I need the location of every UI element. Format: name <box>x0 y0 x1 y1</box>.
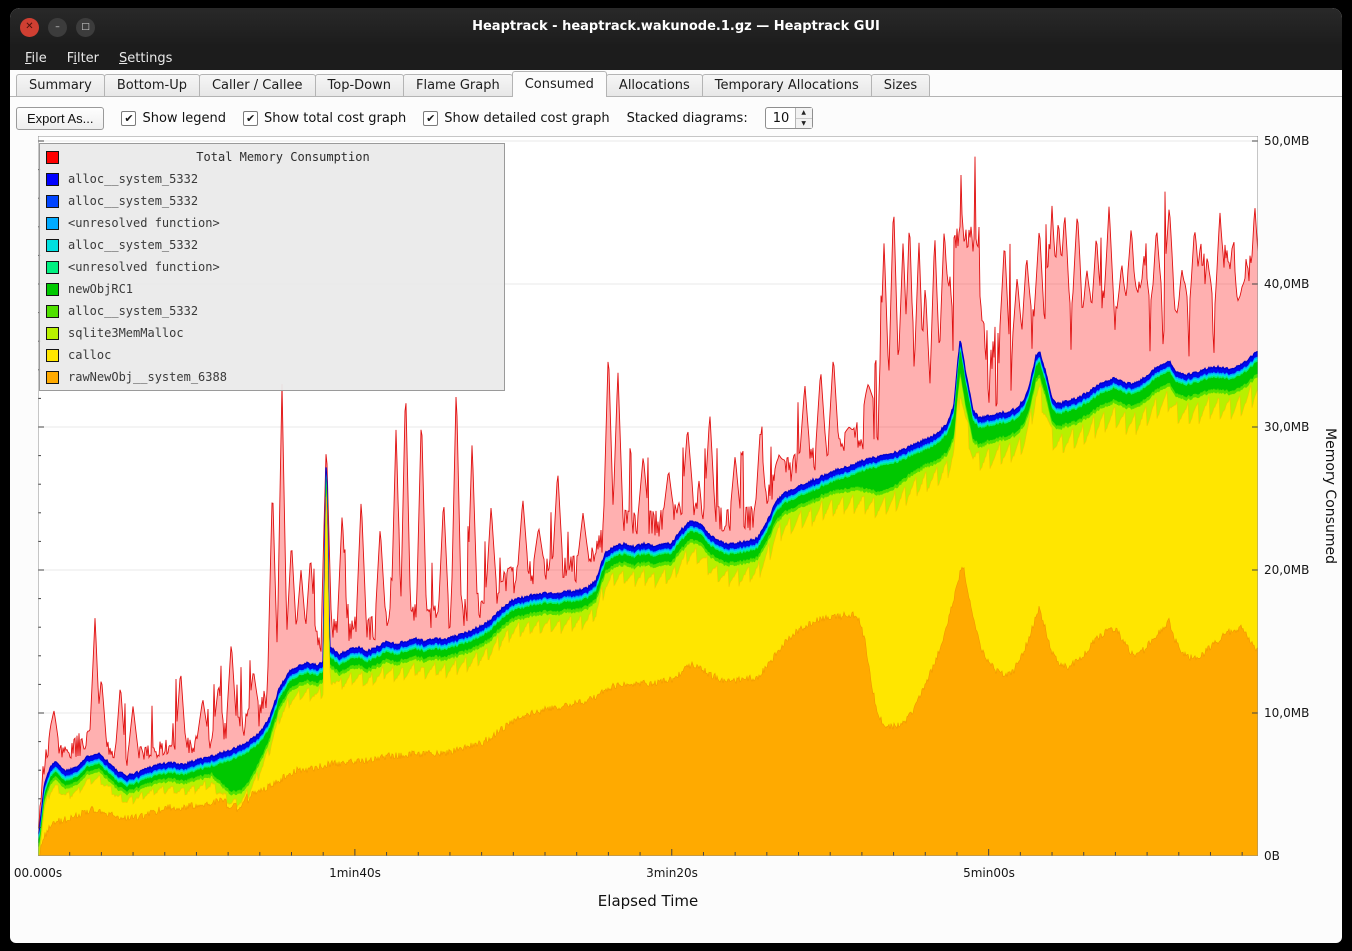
legend-label: <unresolved function> <box>68 216 220 230</box>
show-legend-checkbox[interactable]: ✔ Show legend <box>121 111 226 126</box>
spinbox-up-button[interactable]: ▲ <box>796 108 812 119</box>
legend-item: sqlite3MemMalloc <box>40 322 504 344</box>
legend-title: Total Memory Consumption <box>68 150 498 164</box>
legend-label: newObjRC1 <box>68 282 133 296</box>
tab-caller-callee[interactable]: Caller / Callee <box>199 74 316 96</box>
menu-item-filter[interactable]: Filter <box>58 49 108 68</box>
show-total-cost-checkbox[interactable]: ✔ Show total cost graph <box>243 111 406 126</box>
tab-bar: Summary Bottom-Up Caller / Callee Top-Do… <box>10 70 1342 97</box>
checkbox-label: Show legend <box>142 111 226 126</box>
legend-swatch <box>46 195 59 208</box>
spinbox-buttons: ▲ ▼ <box>795 108 812 128</box>
legend-swatch <box>46 327 59 340</box>
tab-top-down[interactable]: Top-Down <box>315 74 404 96</box>
checkbox-check-icon: ✔ <box>243 111 258 126</box>
close-icon: ✕ <box>25 22 33 32</box>
legend-label: alloc__system_5332 <box>68 194 198 208</box>
x-axis-tick-label: 00.000s <box>14 866 62 880</box>
stacked-diagrams-spinbox[interactable]: 10 ▲ ▼ <box>765 107 813 129</box>
tab-temporary-allocations[interactable]: Temporary Allocations <box>702 74 872 96</box>
close-button[interactable]: ✕ <box>20 18 39 37</box>
x-axis-title: Elapsed Time <box>598 892 698 910</box>
legend-label: <unresolved function> <box>68 260 220 274</box>
tab-flame-graph[interactable]: Flame Graph <box>403 74 513 96</box>
spinbox-down-button[interactable]: ▼ <box>796 119 812 129</box>
legend-item: alloc__system_5332 <box>40 300 504 322</box>
legend-item: <unresolved function> <box>40 212 504 234</box>
legend-item: alloc__system_5332 <box>40 190 504 212</box>
legend-label: calloc <box>68 348 111 362</box>
checkbox-label: Show total cost graph <box>264 111 406 126</box>
y-axis-tick-label: 0B <box>1264 849 1280 863</box>
legend-swatch <box>46 217 59 230</box>
legend-swatch <box>46 305 59 318</box>
legend-swatch <box>46 151 59 164</box>
maximize-button[interactable]: □ <box>76 18 95 37</box>
export-as-button[interactable]: Export As... <box>16 107 104 130</box>
legend-item: <unresolved function> <box>40 256 504 278</box>
y-axis-tick-label: 20,0MB <box>1264 563 1309 577</box>
show-detailed-cost-checkbox[interactable]: ✔ Show detailed cost graph <box>423 111 609 126</box>
y-axis-title: Memory Consumed <box>1322 428 1338 564</box>
legend-item: rawNewObj__system_6388 <box>40 366 504 388</box>
legend-item: alloc__system_5332 <box>40 168 504 190</box>
x-axis-tick-label: 5min00s <box>963 866 1015 880</box>
legend-label: alloc__system_5332 <box>68 172 198 186</box>
y-axis-tick-label: 30,0MB <box>1264 420 1309 434</box>
legend-label: alloc__system_5332 <box>68 238 198 252</box>
legend-swatch <box>46 261 59 274</box>
maximize-icon: □ <box>81 23 90 32</box>
x-axis-tick-label: 3min20s <box>646 866 698 880</box>
legend-title-row: Total Memory Consumption <box>40 146 504 168</box>
window-controls: ✕ – □ <box>20 8 95 46</box>
tab-summary[interactable]: Summary <box>16 74 105 96</box>
legend-swatch <box>46 349 59 362</box>
legend-item: alloc__system_5332 <box>40 234 504 256</box>
menu-bar: File Filter Settings <box>10 46 1342 70</box>
minimize-button[interactable]: – <box>48 18 67 37</box>
tab-consumed[interactable]: Consumed <box>512 71 607 97</box>
legend-label: rawNewObj__system_6388 <box>68 370 227 384</box>
window-title: Heaptrack - heaptrack.wakunode.1.gz — He… <box>10 8 1342 46</box>
tab-allocations[interactable]: Allocations <box>606 74 703 96</box>
menu-item-settings[interactable]: Settings <box>110 49 181 68</box>
checkbox-label: Show detailed cost graph <box>444 111 609 126</box>
chart-legend: Total Memory Consumption alloc__system_5… <box>39 143 505 391</box>
tab-sizes[interactable]: Sizes <box>871 74 930 96</box>
y-axis-tick-label: 10,0MB <box>1264 706 1309 720</box>
y-axis-tick-label: 40,0MB <box>1264 277 1309 291</box>
legend-item: newObjRC1 <box>40 278 504 300</box>
minimize-icon: – <box>55 23 60 32</box>
legend-swatch <box>46 239 59 252</box>
legend-swatch <box>46 173 59 186</box>
window-titlebar[interactable]: ✕ – □ Heaptrack - heaptrack.wakunode.1.g… <box>10 8 1342 46</box>
menu-item-file[interactable]: File <box>16 49 56 68</box>
toolbar: Export As... ✔ Show legend ✔ Show total … <box>16 104 1336 132</box>
spinbox-value: 10 <box>766 108 795 128</box>
legend-item: calloc <box>40 344 504 366</box>
checkbox-check-icon: ✔ <box>121 111 136 126</box>
desktop-background: { "window": { "title": "Heaptrack - heap… <box>0 0 1352 951</box>
tab-bottom-up[interactable]: Bottom-Up <box>104 74 200 96</box>
checkbox-check-icon: ✔ <box>423 111 438 126</box>
stacked-diagrams-label: Stacked diagrams: <box>627 111 748 126</box>
legend-swatch <box>46 371 59 384</box>
legend-swatch <box>46 283 59 296</box>
x-axis-tick-label: 1min40s <box>329 866 381 880</box>
app-window: ✕ – □ Heaptrack - heaptrack.wakunode.1.g… <box>10 8 1342 943</box>
legend-label: sqlite3MemMalloc <box>68 326 184 340</box>
legend-label: alloc__system_5332 <box>68 304 198 318</box>
y-axis-tick-label: 50,0MB <box>1264 134 1309 148</box>
